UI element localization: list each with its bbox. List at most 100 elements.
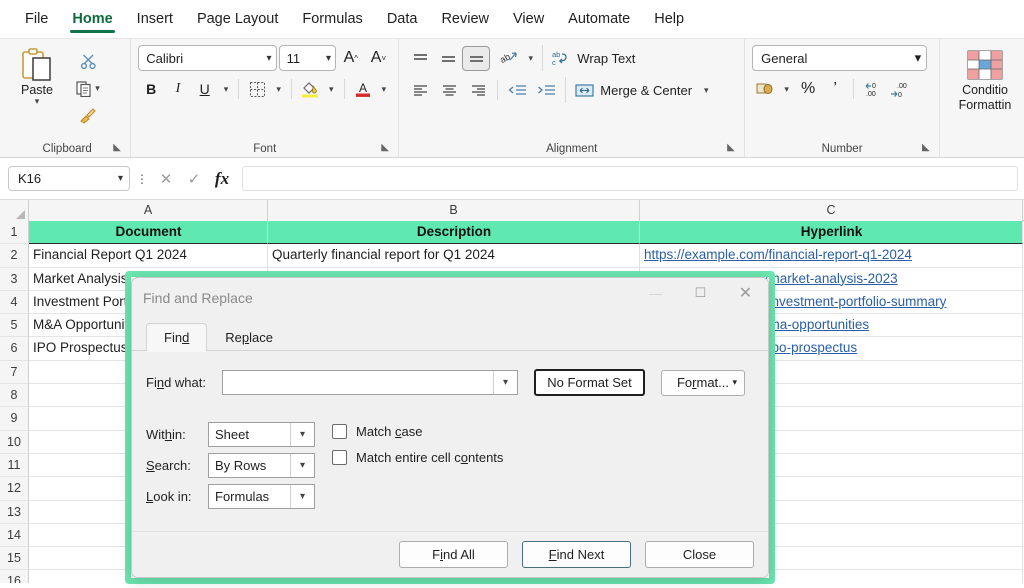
wrap-text-button[interactable]: ab c Wrap Text [547,45,639,71]
no-format-set-button[interactable]: No Format Set [534,369,645,396]
tab-replace[interactable]: Replace [207,323,291,351]
ribbon-tab-help[interactable]: Help [643,5,695,34]
fill-color-chevron-down-icon[interactable]: ▾ [324,77,339,101]
column-header-c[interactable]: C [640,200,1023,221]
align-right-button[interactable] [464,78,492,103]
row-header-6[interactable]: 6 [0,337,29,361]
orientation-button[interactable]: ab [495,46,523,71]
align-middle-button[interactable] [434,46,462,71]
match-case-checkbox[interactable] [332,424,347,439]
borders-chevron-down-icon[interactable]: ▾ [271,77,286,101]
align-center-button[interactable] [435,78,463,103]
chevron-down-icon[interactable]: ▾ [35,97,40,106]
ribbon-tab-home[interactable]: Home [61,5,123,34]
row-header-14[interactable]: 14 [0,523,29,548]
bold-button[interactable]: B [138,77,164,101]
cell-A1[interactable]: Document [29,221,268,245]
minimize-icon[interactable]: — [633,278,678,308]
chevron-down-icon[interactable]: ▾ [290,423,314,446]
comma-style-button[interactable]: ’ [822,77,848,101]
row-header-1[interactable]: 1 [0,221,29,245]
maximize-icon[interactable]: ☐ [678,278,723,308]
number-format-combo[interactable]: General ▾ [752,45,928,71]
align-left-button[interactable] [406,78,434,103]
copy-button[interactable]: ▾ [76,76,100,100]
find-next-button[interactable]: Find Next [522,541,631,568]
cell-C2[interactable]: https://example.com/financial-report-q1-… [640,244,1023,268]
conditional-formatting-button[interactable]: Conditio Formattin [947,45,1023,113]
select-all-corner[interactable] [0,200,29,221]
font-name-combo[interactable]: Calibri ▾ [138,45,277,71]
clipboard-dialog-launcher[interactable]: ◣ [113,142,125,154]
increase-decimal-button[interactable]: 0 .00 [859,77,885,101]
decrease-font-size-button[interactable]: A ˅ [366,46,392,70]
row-header-4[interactable]: 4 [0,290,29,315]
column-header-a[interactable]: A [29,200,268,221]
increase-font-size-button[interactable]: A ^ [338,46,364,70]
format-button[interactable]: Format... ▾ [661,369,745,396]
chevron-down-icon[interactable]: ▾ [263,53,272,64]
cell-C1[interactable]: Hyperlink [640,221,1023,245]
look-in-select[interactable]: Formulas ▾ [208,484,315,509]
increase-indent-button[interactable] [532,78,560,103]
font-dialog-launcher[interactable]: ◣ [381,142,393,154]
chevron-down-icon[interactable]: ▾ [118,173,123,184]
number-dialog-launcher[interactable]: ◣ [922,142,934,154]
row-header-16[interactable]: 16 [0,570,29,583]
font-size-combo[interactable]: 11 ▾ [278,45,336,71]
ribbon-tab-file[interactable]: File [14,5,59,34]
find-all-button[interactable]: Find All [399,541,508,568]
decrease-indent-button[interactable] [503,78,531,103]
close-icon[interactable]: ✕ [723,278,768,308]
ribbon-tab-data[interactable]: Data [376,5,429,34]
ribbon-tab-formulas[interactable]: Formulas [291,5,373,34]
merge-center-chevron-down-icon[interactable]: ▾ [704,86,709,95]
match-case-row[interactable]: Match case [332,424,503,439]
column-header-b[interactable]: B [268,200,640,221]
row-header-5[interactable]: 5 [0,314,29,338]
accounting-format-button[interactable] [752,77,778,101]
row-header-8[interactable]: 8 [0,384,29,408]
underline-button[interactable]: U [192,77,218,101]
cell-B1[interactable]: Description [268,221,640,245]
alignment-dialog-launcher[interactable]: ◣ [727,142,739,154]
find-what-input[interactable]: ▾ [222,370,518,395]
row-header-10[interactable]: 10 [0,430,29,454]
row-header-13[interactable]: 13 [0,500,29,524]
chevron-down-icon[interactable]: ▾ [732,377,737,388]
row-header-15[interactable]: 15 [0,547,29,571]
row-header-2[interactable]: 2 [0,244,29,268]
ribbon-tab-review[interactable]: Review [430,5,500,34]
cancel-icon[interactable]: ✕ [154,167,178,191]
tab-find[interactable]: Find [146,323,208,352]
ribbon-tab-insert[interactable]: Insert [126,5,184,34]
ribbon-tab-page-layout[interactable]: Page Layout [186,5,289,34]
ribbon-tab-automate[interactable]: Automate [557,5,641,34]
cell-A2[interactable]: Financial Report Q1 2024 [29,244,268,268]
font-color-button[interactable]: A [350,77,376,101]
checkmark-icon[interactable]: ✓ [182,167,206,191]
name-box[interactable]: K16 ▾ [8,166,130,191]
row-header-11[interactable]: 11 [0,453,29,478]
row-header-9[interactable]: 9 [0,407,29,431]
ribbon-tab-view[interactable]: View [502,5,555,34]
accounting-chevron-down-icon[interactable]: ▾ [779,77,794,101]
underline-chevron-down-icon[interactable]: ▾ [219,77,234,101]
chevron-down-icon[interactable]: ▾ [322,53,331,64]
row-header-7[interactable]: 7 [0,360,29,385]
match-entire-cell-checkbox[interactable] [332,450,347,465]
within-select[interactable]: Sheet ▾ [208,422,315,447]
chevron-down-icon[interactable]: ▾ [290,454,314,477]
name-box-more-icon[interactable]: ⋮ [134,172,150,186]
align-top-button[interactable] [406,46,434,71]
percent-style-button[interactable]: % [795,77,821,101]
decrease-decimal-button[interactable]: .00 0 [886,77,912,101]
align-bottom-button[interactable] [462,45,491,71]
fill-color-button[interactable] [297,77,323,101]
match-entire-cell-row[interactable]: Match entire cell contents [332,450,503,465]
borders-button[interactable] [244,77,270,101]
format-painter-button[interactable] [79,103,97,127]
chevron-down-icon[interactable]: ▾ [915,50,922,66]
row-header-3[interactable]: 3 [0,267,29,291]
search-select[interactable]: By Rows ▾ [208,453,315,478]
